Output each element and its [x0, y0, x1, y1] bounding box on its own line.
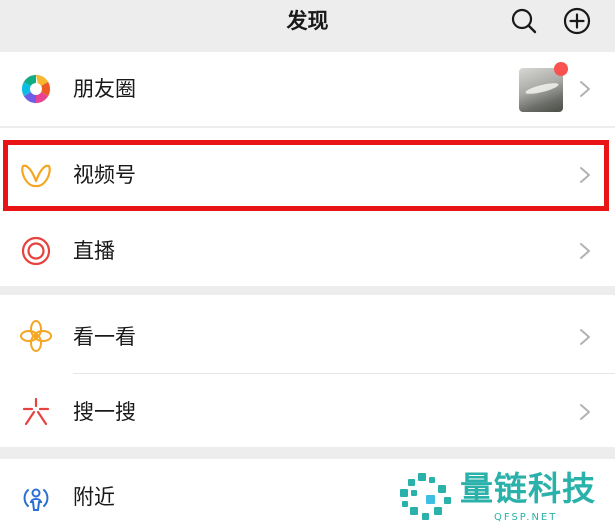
new-badge-dot	[554, 62, 568, 76]
moments-group: 朋友圈	[0, 52, 615, 126]
live-icon	[21, 236, 51, 266]
watermark: 量链科技 QFSP.NET	[396, 467, 615, 529]
chevron-right-icon	[580, 243, 590, 259]
discover-group: 看一看 搜一搜	[0, 295, 615, 447]
live-label: 直播	[73, 239, 115, 263]
chevron-right-icon	[580, 329, 590, 345]
menu-item-top-stories[interactable]: 看一看	[0, 295, 615, 373]
nearby-icon	[23, 488, 49, 511]
nearby-label: 附近	[73, 485, 115, 509]
search-feature-icon	[22, 397, 50, 426]
moments-aperture-icon	[21, 74, 51, 104]
watermark-domain: QFSP.NET	[494, 512, 558, 523]
menu-item-live[interactable]: 直播	[0, 212, 615, 286]
highlight-frame	[3, 140, 609, 211]
search-icon[interactable]	[509, 6, 539, 36]
chevron-right-icon	[580, 81, 590, 97]
moments-label: 朋友圈	[73, 77, 136, 101]
top-stories-icon	[20, 320, 52, 352]
top-stories-label: 看一看	[73, 325, 136, 349]
menu-item-moments[interactable]: 朋友圈	[0, 52, 615, 126]
chevron-right-icon	[580, 404, 590, 420]
search-label: 搜一搜	[73, 400, 136, 424]
plus-circle-icon[interactable]	[562, 6, 592, 36]
top-bar: 发现	[0, 0, 615, 50]
menu-item-search[interactable]: 搜一搜	[0, 373, 615, 447]
watermark-logo-icon	[400, 473, 451, 520]
watermark-text: 量链科技	[460, 469, 596, 508]
